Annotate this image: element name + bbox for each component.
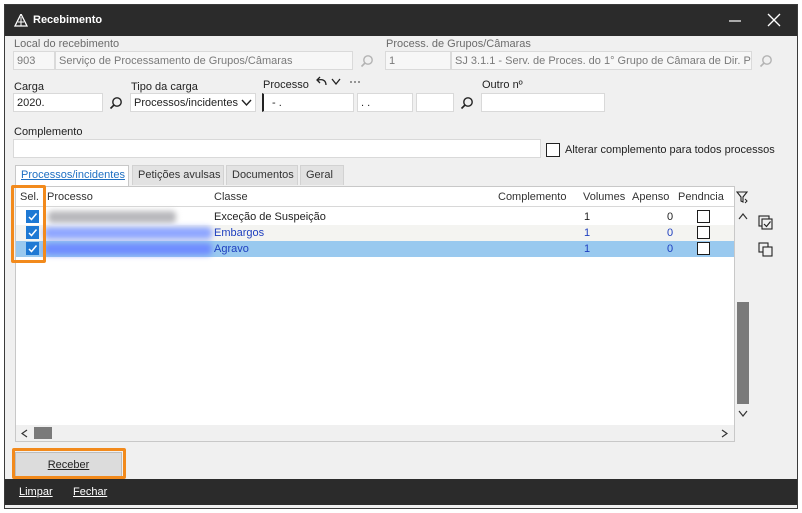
- title-bar: Recebimento: [5, 5, 797, 36]
- scroll-up-icon[interactable]: [738, 213, 748, 220]
- apenso-cell: 0: [667, 211, 674, 223]
- header-processo[interactable]: Processo: [47, 191, 93, 203]
- apenso-cell: 0: [667, 227, 674, 239]
- search-icon: [759, 55, 772, 68]
- search-icon: [360, 55, 373, 68]
- processo-suffix-field[interactable]: . .: [357, 93, 413, 112]
- complemento-field[interactable]: [13, 139, 541, 158]
- apenso-cell: 0: [667, 243, 674, 255]
- local-label: Local do recebimento: [14, 38, 120, 50]
- fechar-button[interactable]: Fechar: [73, 486, 107, 498]
- search-icon[interactable]: [109, 96, 123, 110]
- header-apenso[interactable]: Apenso: [632, 191, 669, 203]
- footer-bar: Limpar Fechar: [5, 479, 797, 505]
- table-row[interactable]: Agravo 1 0: [16, 241, 734, 257]
- vertical-scrollbar[interactable]: [735, 208, 751, 422]
- copy-icon[interactable]: [758, 242, 773, 257]
- process-groups-code-field: 1: [385, 51, 451, 70]
- horizontal-scroll-thumb[interactable]: [34, 427, 52, 439]
- tab-peticoes-avulsas[interactable]: Petições avulsas: [132, 165, 224, 185]
- processo-number-field[interactable]: - .: [262, 93, 354, 112]
- pendencia-checkbox[interactable]: [697, 210, 710, 223]
- header-classe[interactable]: Classe: [214, 191, 248, 203]
- processo-label: Processo: [263, 79, 309, 91]
- close-icon[interactable]: [767, 13, 781, 27]
- header-complemento[interactable]: Complemento: [498, 191, 566, 203]
- local-name-field: Serviço de Processamento de Grupos/Câmar…: [55, 51, 353, 70]
- processos-grid: Sel. Processo Classe Complemento Volumes…: [15, 186, 751, 442]
- alterar-complemento-checkbox[interactable]: [546, 143, 560, 157]
- volumes-cell: 1: [584, 227, 591, 239]
- carga-field[interactable]: 2020.: [13, 93, 103, 112]
- scroll-down-icon[interactable]: [738, 410, 748, 417]
- classe-cell: Agravo: [214, 243, 249, 255]
- process-groups-name-field: SJ 3.1.1 - Serv. de Proces. do 1° Grupo …: [451, 51, 752, 70]
- processo-number-redacted: [44, 243, 212, 255]
- tipo-carga-select[interactable]: Processos/incidentes: [130, 93, 256, 112]
- tipo-carga-value: Processos/incidentes: [134, 97, 238, 109]
- recebimento-window: Recebimento Local do recebimento 903 Ser…: [4, 4, 798, 509]
- outro-label: Outro nº: [482, 79, 523, 91]
- sel-column-callout: [11, 185, 46, 263]
- grid-header: Sel. Processo Classe Complemento Volumes…: [16, 187, 749, 207]
- horizontal-scrollbar[interactable]: [16, 425, 734, 441]
- chevron-down-icon: [241, 99, 252, 107]
- classe-cell: Embargos: [214, 227, 265, 239]
- processo-extra-field[interactable]: [416, 93, 454, 112]
- complemento-label: Complemento: [14, 126, 83, 138]
- chevron-down-icon[interactable]: [331, 78, 341, 85]
- pendencia-checkbox[interactable]: [697, 242, 710, 255]
- pendencia-checkbox[interactable]: [697, 226, 710, 239]
- minimize-icon[interactable]: [728, 13, 742, 27]
- undo-icon[interactable]: [315, 76, 328, 86]
- outro-field[interactable]: [481, 93, 605, 112]
- scales-logo-icon: [14, 14, 28, 27]
- limpar-button[interactable]: Limpar: [19, 486, 53, 498]
- table-row[interactable]: Exceção de Suspeição 1 0: [16, 209, 734, 225]
- volumes-cell: 1: [584, 243, 591, 255]
- scroll-left-icon[interactable]: [21, 429, 28, 438]
- header-volumes[interactable]: Volumes: [583, 191, 625, 203]
- tipo-carga-label: Tipo da carga: [131, 81, 198, 93]
- tab-geral[interactable]: Geral: [300, 165, 344, 185]
- carga-label: Carga: [14, 81, 44, 93]
- processo-number-redacted: [48, 211, 176, 223]
- tab-processos-incidentes[interactable]: Processos/incidentes: [15, 165, 129, 186]
- search-icon[interactable]: [460, 96, 474, 110]
- alterar-complemento-label: Alterar complemento para todos processos: [565, 144, 775, 156]
- classe-cell: Exceção de Suspeição: [214, 211, 326, 223]
- tab-documentos[interactable]: Documentos: [226, 165, 298, 185]
- vertical-scroll-thumb[interactable]: [737, 302, 749, 404]
- volumes-cell: 1: [584, 211, 591, 223]
- window-title: Recebimento: [33, 14, 103, 26]
- processo-number-redacted: [44, 227, 212, 239]
- header-pendencia[interactable]: Pendncia: [678, 191, 724, 203]
- filter-icon[interactable]: [736, 191, 749, 204]
- receber-callout: [12, 448, 126, 479]
- process-groups-label: Process. de Grupos/Câmaras: [386, 38, 531, 50]
- table-row[interactable]: Embargos 1 0: [16, 225, 734, 241]
- select-all-icon[interactable]: [758, 215, 773, 230]
- scroll-right-icon[interactable]: [721, 429, 728, 438]
- local-code-field: 903: [13, 51, 55, 70]
- more-icon[interactable]: [349, 80, 361, 84]
